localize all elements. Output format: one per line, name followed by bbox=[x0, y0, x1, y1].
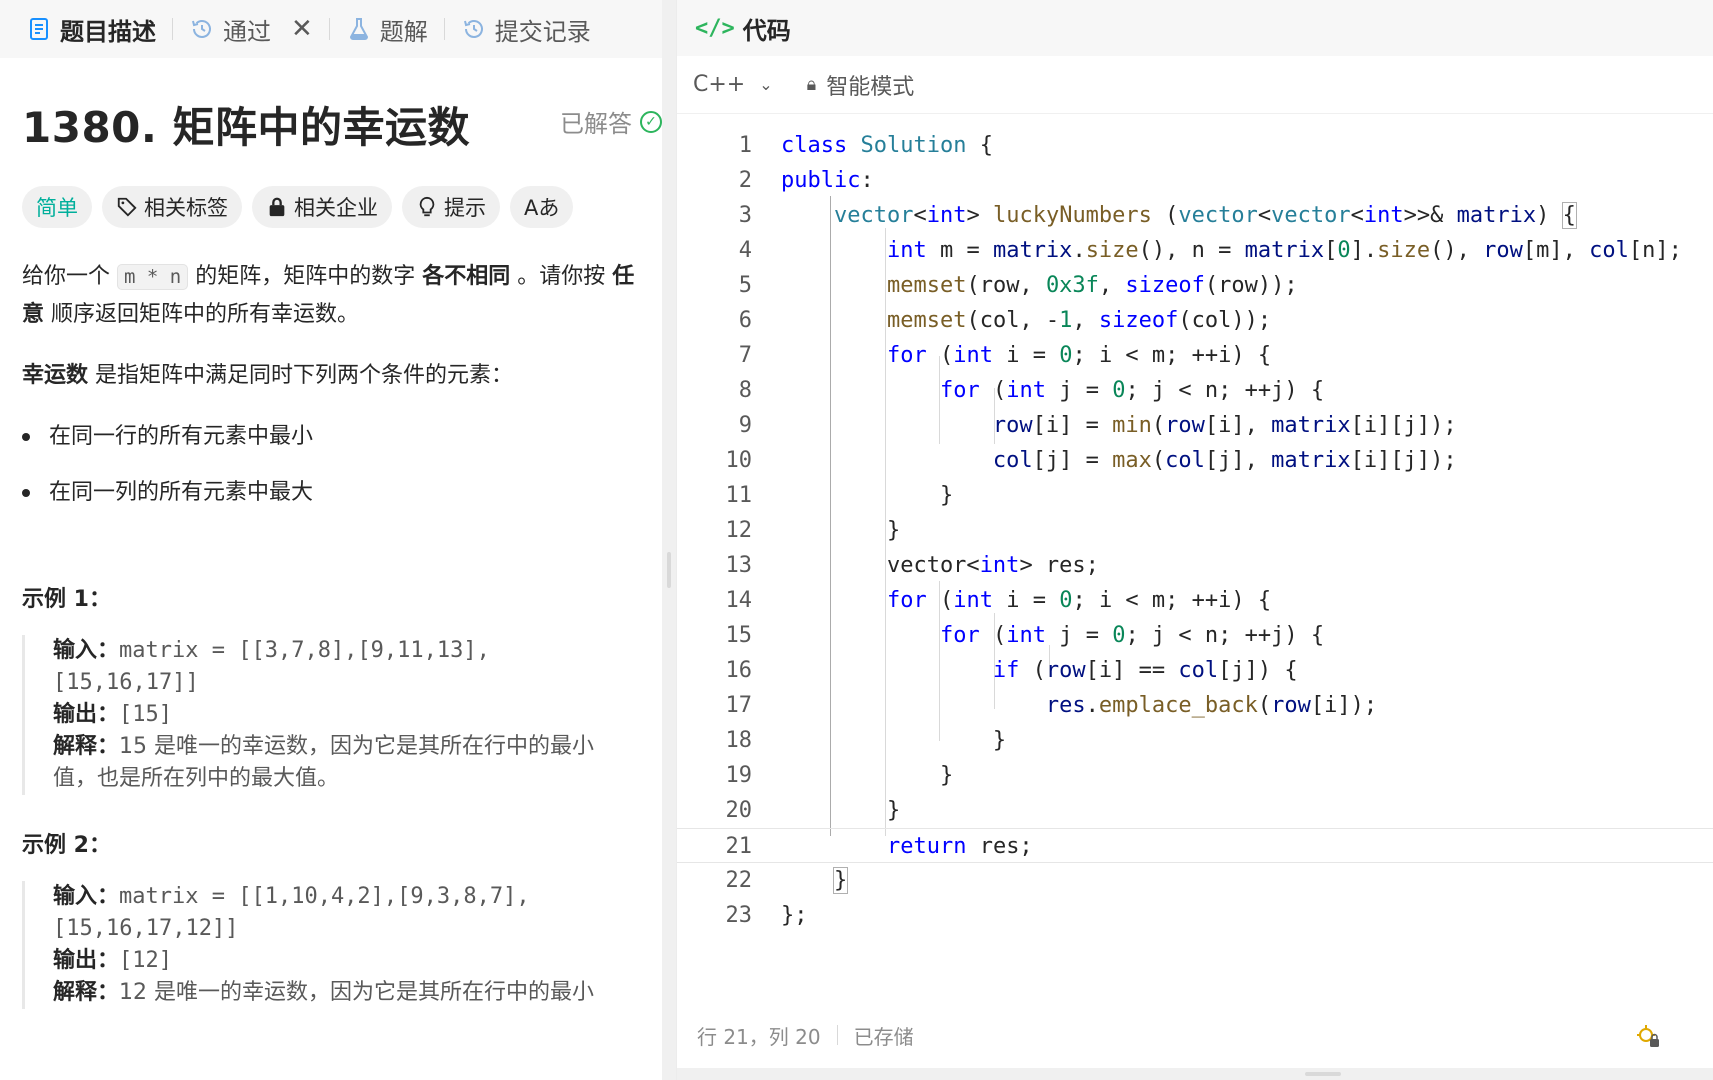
problem-description: 给你一个 m * n 的矩阵，矩阵中的数字 各不相同 。请你按 任意 顺序返回矩… bbox=[22, 258, 642, 511]
close-icon[interactable]: ✕ bbox=[291, 14, 313, 44]
problem-title[interactable]: 1380. 矩阵中的幸运数 bbox=[22, 94, 470, 155]
lock-icon: 🔒︎ bbox=[806, 74, 817, 95]
example-2-title: 示例 2： bbox=[22, 833, 111, 858]
tag-icon bbox=[117, 197, 137, 217]
lock-icon bbox=[269, 197, 285, 217]
code-line: 18 } bbox=[725, 728, 1007, 753]
condition-list: 在同一行的所有元素中最小 在同一列的所有元素中最大 bbox=[22, 418, 642, 511]
document-icon bbox=[26, 16, 52, 42]
code-line: 15 for (int j = 0; j < n; ++j) { bbox=[725, 623, 1325, 648]
list-item: 在同一行的所有元素中最小 bbox=[22, 418, 642, 455]
debug-icon[interactable] bbox=[1634, 1022, 1662, 1050]
hint-button[interactable]: 提示 bbox=[402, 186, 500, 228]
tab-description[interactable]: 题目描述 bbox=[16, 0, 166, 58]
code-line: 12 } bbox=[725, 518, 901, 543]
code-line: 20 } bbox=[725, 798, 901, 823]
difficulty-label: 简单 bbox=[36, 196, 78, 220]
related-tags-button[interactable]: 相关标签 bbox=[102, 186, 242, 228]
code-icon: </> bbox=[695, 15, 735, 41]
status-divider bbox=[836, 1025, 838, 1045]
problem-panel: 题目描述 通过 ✕ 题解 提交记录 1380. 矩阵中的幸运数 已解答 ✓ 简单… bbox=[0, 0, 662, 1080]
code-panel-header: </> 代码 bbox=[677, 0, 1713, 56]
difficulty-badge: 简单 bbox=[22, 186, 92, 228]
chevron-down-icon[interactable]: ⌄ bbox=[759, 75, 772, 94]
code-line: 10 col[j] = max(col[j], matrix[i][j]); bbox=[725, 448, 1457, 473]
description-paragraph: 给你一个 m * n 的矩阵，矩阵中的数字 各不相同 。请你按 任意 顺序返回矩… bbox=[22, 264, 635, 327]
bottom-resize-handle[interactable] bbox=[677, 1068, 1713, 1080]
code-line: 4 int m = matrix.size(), n = matrix[0].s… bbox=[738, 238, 1682, 263]
solved-label: 已解答 bbox=[560, 110, 632, 138]
editor-status-bar: 行 21，列 20 已存储 bbox=[677, 1010, 1713, 1060]
related-companies-label: 相关企业 bbox=[294, 196, 378, 220]
tab-solutions[interactable]: 题解 bbox=[336, 0, 438, 58]
code-line: 22 } bbox=[725, 867, 849, 894]
lightbulb-icon bbox=[419, 196, 435, 217]
code-line: 13 vector<int> res; bbox=[725, 553, 1099, 578]
translate-button[interactable]: Aあ bbox=[510, 186, 574, 228]
save-status: 已存储 bbox=[853, 1024, 914, 1049]
history-icon bbox=[189, 16, 215, 42]
cursor-position: 行 21，列 20 bbox=[697, 1024, 821, 1049]
panel-resize-handle[interactable] bbox=[662, 0, 676, 1080]
code-line: 3 vector<int> luckyNumbers (vector<vecto… bbox=[738, 202, 1577, 229]
description-paragraph: 幸运数 是指矩阵中满足同时下列两个条件的元素： bbox=[22, 363, 514, 388]
example-1-block: 输入：matrix = [[3,7,8],[9,11,13], [15,16,1… bbox=[22, 635, 662, 795]
code-line: 23}; bbox=[725, 903, 808, 928]
code-line: 11 } bbox=[725, 483, 954, 508]
problem-content: 1380. 矩阵中的幸运数 已解答 ✓ 简单 相关标签 相关企业 提示 Aあ 给… bbox=[22, 58, 662, 1009]
tag-row: 简单 相关标签 相关企业 提示 Aあ bbox=[22, 186, 662, 228]
related-tags-label: 相关标签 bbox=[144, 196, 228, 220]
tab-divider bbox=[172, 18, 173, 40]
code-line: 7 for (int i = 0; i < m; ++i) { bbox=[738, 343, 1272, 368]
solved-status: 已解答 ✓ bbox=[560, 104, 662, 139]
check-circle-icon: ✓ bbox=[640, 110, 662, 133]
flask-icon bbox=[346, 16, 372, 42]
tab-divider bbox=[443, 18, 445, 40]
translate-icon: Aあ bbox=[524, 196, 560, 220]
code-line: 19 } bbox=[725, 763, 954, 788]
resize-grip[interactable] bbox=[667, 552, 671, 588]
code-line-current: 21 return res; bbox=[677, 828, 1713, 863]
language-select[interactable]: C++ bbox=[693, 72, 745, 97]
code-panel: </> 代码 C++ ⌄ 🔒︎ 智能模式 1 class Solution { 2… bbox=[676, 0, 1713, 1080]
tab-accepted[interactable]: 通过 ✕ bbox=[179, 0, 323, 58]
example-2-block: 输入：matrix = [[1,10,4,2],[9,3,8,7], [15,1… bbox=[22, 881, 662, 1009]
example-1-title: 示例 1： bbox=[22, 587, 111, 612]
code-line: 2 public: bbox=[738, 168, 874, 193]
problem-tabbar: 题目描述 通过 ✕ 题解 提交记录 bbox=[0, 0, 662, 58]
editor-toolbar: C++ ⌄ 🔒︎ 智能模式 bbox=[677, 56, 1713, 114]
tab-label: 题解 bbox=[379, 17, 428, 46]
history-icon bbox=[461, 16, 487, 42]
code-line: 6 memset(col, -1, sizeof(col)); bbox=[738, 308, 1272, 333]
code-editor[interactable]: 1 class Solution { 2 public: 3 vector<int>… bbox=[677, 128, 1713, 928]
related-companies-button[interactable]: 相关企业 bbox=[252, 186, 392, 228]
code-line: 1 class Solution { bbox=[738, 133, 993, 158]
tab-label: 提交记录 bbox=[494, 17, 591, 46]
smart-mode-toggle[interactable]: 智能模式 bbox=[826, 69, 914, 101]
resize-grip[interactable] bbox=[1305, 1072, 1341, 1076]
code-line: 16 if (row[i] == col[j]) { bbox=[725, 658, 1298, 683]
tab-divider bbox=[328, 18, 330, 40]
list-item: 在同一列的所有元素中最大 bbox=[22, 474, 642, 511]
code-line: 9 row[i] = min(row[i], matrix[i][j]); bbox=[738, 413, 1457, 438]
code-line: 14 for (int i = 0; i < m; ++i) { bbox=[725, 588, 1272, 613]
code-panel-title: 代码 bbox=[742, 16, 791, 45]
tab-submissions[interactable]: 提交记录 bbox=[451, 0, 601, 58]
inline-code: m * n bbox=[117, 264, 189, 290]
code-line: 8 for (int j = 0; j < n; ++j) { bbox=[738, 378, 1325, 403]
hint-label: 提示 bbox=[444, 196, 486, 220]
code-line: 5 memset(row, 0x3f, sizeof(row)); bbox=[738, 273, 1298, 298]
code-line: 17 res.emplace_back(row[i]); bbox=[725, 693, 1378, 718]
tab-label: 题目描述 bbox=[60, 17, 156, 46]
tab-label: 通过 bbox=[223, 17, 271, 46]
